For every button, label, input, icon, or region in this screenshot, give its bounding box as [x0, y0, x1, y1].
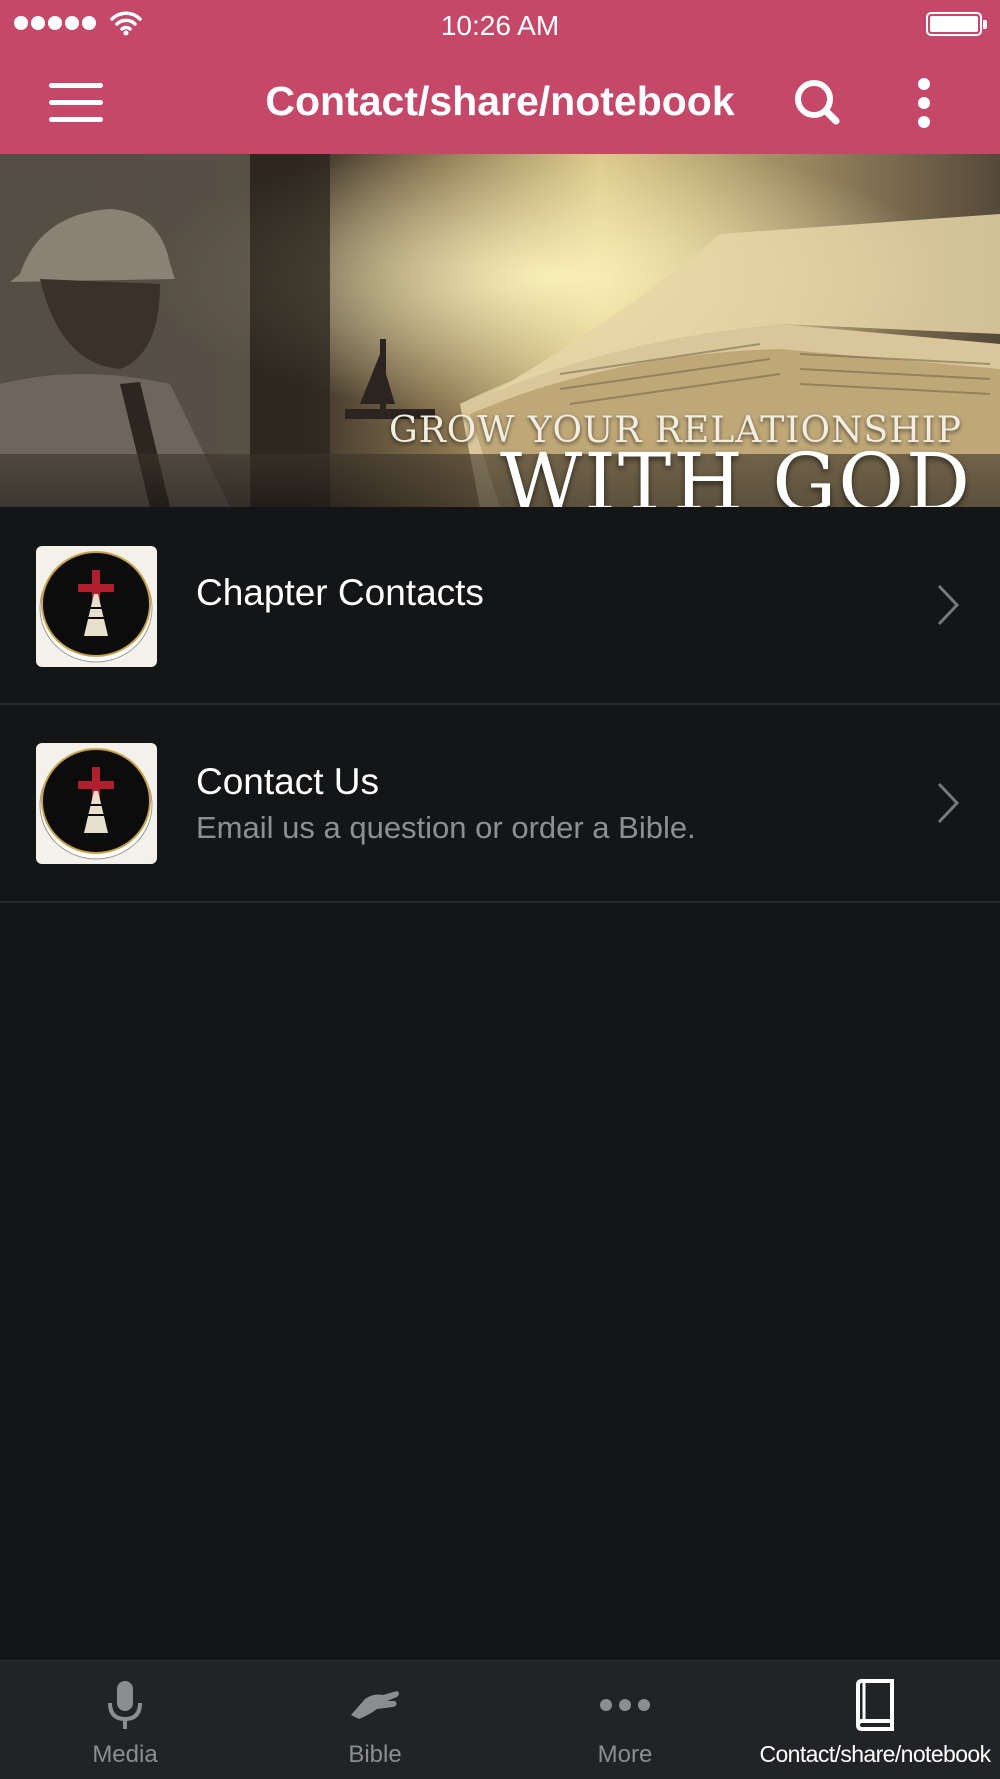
logo-thumbnail — [36, 546, 157, 667]
menu-icon — [49, 83, 103, 88]
banner-subheadline: WITH GOD — [499, 436, 972, 508]
battery-icon — [926, 12, 987, 36]
list-item-title: Chapter Contacts — [196, 572, 484, 613]
list-item-subtitle: Email us a question or order a Bible. — [196, 810, 696, 845]
tab-more[interactable]: More — [500, 1661, 750, 1779]
fellowship-logo-icon — [39, 748, 153, 860]
bottom-tab-bar: Media Bible More Contact/share/notebook — [0, 1660, 1000, 1779]
tab-label: More — [597, 1741, 653, 1768]
list-item-chapter-contacts[interactable]: Chapter Contacts — [0, 507, 1000, 705]
more-vertical-icon — [918, 78, 930, 90]
search-icon — [795, 80, 840, 125]
microphone-icon — [108, 1681, 142, 1729]
tab-label: Bible — [348, 1741, 402, 1768]
ellipsis-icon — [600, 1699, 650, 1711]
tab-contact-share-notebook[interactable]: Contact/share/notebook — [750, 1661, 1000, 1779]
status-bar: 10:26 AM — [0, 0, 1000, 50]
tab-label: Contact/share/notebook — [759, 1741, 991, 1767]
tab-label: Media — [92, 1741, 158, 1768]
tab-bible[interactable]: Bible — [250, 1661, 500, 1779]
list-item-title: Contact Us — [196, 761, 380, 802]
hand-icon — [351, 1691, 399, 1719]
menu-icon-line — [49, 117, 103, 122]
status-time: 10:26 AM — [440, 10, 560, 41]
overflow-menu-button[interactable] — [900, 68, 948, 136]
fellowship-logo-icon — [39, 551, 153, 663]
page-title: Contact/share/notebook — [265, 78, 735, 124]
chevron-right-icon — [937, 782, 960, 824]
tab-media[interactable]: Media — [0, 1661, 250, 1779]
book-icon — [856, 1679, 894, 1731]
search-button[interactable] — [782, 70, 852, 134]
logo-thumbnail — [36, 743, 157, 864]
app-header: Contact/share/notebook — [0, 50, 1000, 154]
hamburger-menu-button[interactable] — [38, 72, 114, 132]
hero-banner: GROW YOUR RELATIONSHIP WITH GOD — [0, 154, 1000, 507]
list-item-contact-us[interactable]: Contact Us Email us a question or order … — [0, 705, 1000, 903]
chevron-right-icon — [937, 584, 960, 626]
menu-icon-line — [49, 100, 103, 105]
